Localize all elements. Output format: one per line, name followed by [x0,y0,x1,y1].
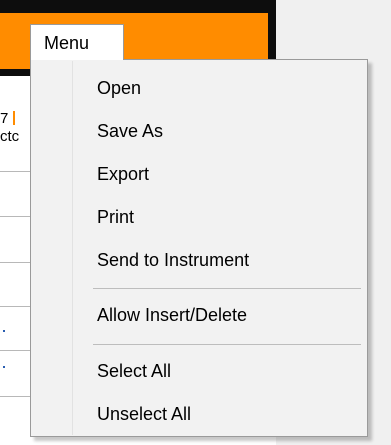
grid-link-mark [3,366,5,368]
menu-item-label: Unselect All [97,404,192,424]
grid-row-divider [0,396,30,397]
grid-row-divider [0,171,30,172]
menu-item-label: Allow Insert/Delete [97,305,248,325]
menu-item-print[interactable]: Print [34,199,364,235]
menu-item-unselect-all[interactable]: Unselect All [34,396,364,432]
grid-row-divider [0,216,30,217]
menu-item-label: Select All [97,361,172,381]
menu-button[interactable]: Menu [30,24,124,60]
menu-separator [93,288,361,289]
menu-item-save-as[interactable]: Save As [34,113,364,149]
menu-item-send-to-instrument[interactable]: Send to Instrument [34,242,364,278]
menu-item-open[interactable]: Open [34,70,364,106]
grid-cell-text: ctc [0,128,20,145]
menu-item-label: Open [97,78,142,98]
menu-item-allow-insert-delete[interactable]: Allow Insert/Delete [34,297,364,333]
grid-cell-text: 7 [0,110,9,127]
menu-item-label: Export [97,164,150,184]
orange-marker [13,111,15,125]
grid-row-divider [0,262,30,263]
menu-item-export[interactable]: Export [34,156,364,192]
grid-row-divider [0,306,30,307]
menu-separator [93,344,361,345]
grid-link-mark [3,330,5,332]
menu-item-select-all[interactable]: Select All [34,353,364,389]
menu-item-label: Save As [97,121,164,141]
menu-dropdown: Open Save As Export Print Send to Instru… [30,59,368,437]
menu-item-label: Send to Instrument [97,250,250,270]
grid-row-divider [0,350,30,351]
menu-button-label: Menu [44,33,90,53]
menu-item-label: Print [97,207,135,227]
